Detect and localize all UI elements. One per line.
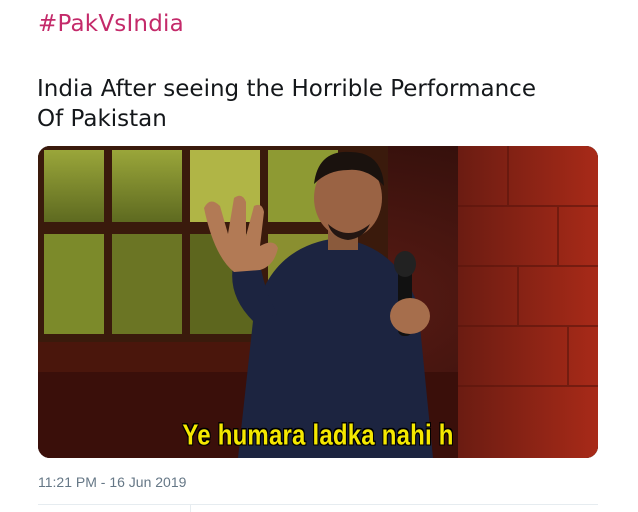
divider-tick xyxy=(190,504,191,512)
tweet-text: India After seeing the Horrible Performa… xyxy=(37,76,536,132)
meme-scene xyxy=(38,146,598,458)
tweet-timestamp[interactable]: 11:21 PM - 16 Jun 2019 xyxy=(38,474,186,490)
meme-caption: Ye humara ladka nahi h xyxy=(182,419,454,452)
divider xyxy=(38,504,598,505)
hashtag-link[interactable]: #PakVsIndia xyxy=(38,10,184,38)
tweet-media-image[interactable]: Ye humara ladka nahi h xyxy=(38,146,598,458)
